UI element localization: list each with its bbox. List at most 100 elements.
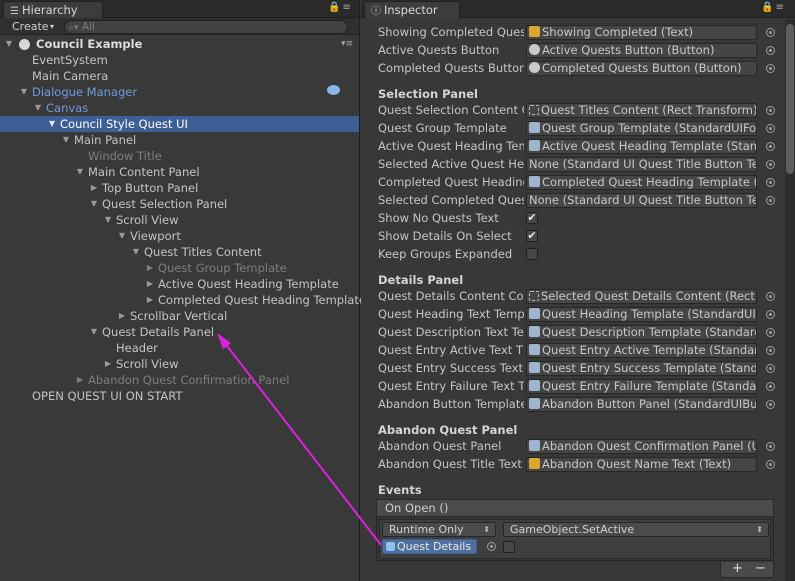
hierarchy-item[interactable]: ▼ Canvas: [0, 100, 359, 116]
hierarchy-item[interactable]: ▶ Abandon Quest Confirmation Panel: [0, 372, 359, 388]
create-dropdown[interactable]: Create ▾: [6, 19, 58, 34]
hierarchy-item[interactable]: ▶ Scroll View: [0, 356, 359, 372]
hierarchy-item-label: Quest Group Template: [158, 261, 287, 275]
object-field[interactable]: Quest Entry Failure Template (Standa: [526, 379, 757, 394]
collapsed-arrow-icon[interactable]: ▶: [145, 276, 155, 292]
object-field[interactable]: Showing Completed (Text): [526, 25, 757, 40]
expand-arrow-icon[interactable]: ▼: [131, 244, 141, 260]
function-dropdown[interactable]: GameObject.SetActive ⬍: [503, 522, 769, 537]
object-picker-icon[interactable]: [487, 542, 496, 551]
object-picker-icon[interactable]: [766, 400, 775, 409]
object-picker-icon[interactable]: [766, 46, 775, 55]
lock-and-menu-icons[interactable]: 🔒≡: [328, 2, 353, 13]
object-picker-icon[interactable]: [766, 328, 775, 337]
object-field[interactable]: Completed Quests Button (Button): [526, 61, 757, 76]
hierarchy-item-selected[interactable]: ▼ Council Style Quest UI: [0, 116, 359, 132]
expand-arrow-icon[interactable]: ▼: [61, 132, 71, 148]
add-listener-button[interactable]: +: [732, 562, 743, 576]
object-picker-icon[interactable]: [766, 382, 775, 391]
hierarchy-item[interactable]: ▶ Active Quest Heading Template: [0, 276, 359, 292]
collapsed-arrow-icon[interactable]: ▶: [117, 308, 127, 324]
object-field[interactable]: Completed Quest Heading Template (: [526, 175, 757, 190]
object-field[interactable]: Active Quests Button (Button): [526, 43, 757, 58]
hierarchy-item[interactable]: EventSystem: [0, 52, 359, 68]
object-field[interactable]: Quest Titles Content (Rect Transform): [526, 103, 757, 118]
expand-arrow-icon[interactable]: ▼: [33, 100, 43, 116]
object-picker-icon[interactable]: [766, 346, 775, 355]
keep-groups-expanded-checkbox[interactable]: [526, 248, 538, 260]
hierarchy-item[interactable]: ▶ Top Button Panel: [0, 180, 359, 196]
object-field[interactable]: Selected Quest Details Content (Rect: [526, 289, 757, 304]
collapsed-arrow-icon[interactable]: ▶: [89, 180, 99, 196]
hierarchy-tab[interactable]: ☰ Hierarchy: [3, 1, 103, 18]
hierarchy-item[interactable]: ▼ Quest Titles Content: [0, 244, 359, 260]
expand-arrow-icon[interactable]: ▼: [89, 324, 99, 340]
object-picker-icon[interactable]: [766, 124, 775, 133]
hierarchy-item[interactable]: Window Title: [0, 148, 359, 164]
object-picker-icon[interactable]: [766, 364, 775, 373]
set-active-checkbox[interactable]: [503, 541, 515, 553]
object-picker-icon[interactable]: [766, 460, 775, 469]
hierarchy-item[interactable]: ▼ Main Content Panel: [0, 164, 359, 180]
expand-arrow-icon[interactable]: ▼: [103, 212, 113, 228]
hierarchy-item-label: Header: [116, 341, 158, 355]
hierarchy-item[interactable]: ▼ Dialogue Manager: [0, 84, 359, 100]
object-field[interactable]: Quest Entry Active Template (Standar: [526, 343, 757, 358]
object-picker-icon[interactable]: [766, 142, 775, 151]
hierarchy-item[interactable]: ▶ Quest Group Template: [0, 260, 359, 276]
lock-and-menu-icons[interactable]: 🔒≡: [761, 2, 786, 13]
object-field[interactable]: None (Standard UI Quest Title Button Te: [526, 193, 757, 208]
hierarchy-item[interactable]: ▼ Viewport: [0, 228, 359, 244]
collapsed-arrow-icon[interactable]: ▶: [145, 292, 155, 308]
show-details-checkbox[interactable]: ✔: [526, 230, 538, 242]
hierarchy-item[interactable]: ▼ Scroll View: [0, 212, 359, 228]
remove-listener-button[interactable]: −: [755, 562, 766, 576]
object-picker-icon[interactable]: [766, 310, 775, 319]
collapsed-arrow-icon[interactable]: ▶: [145, 260, 155, 276]
object-field[interactable]: Quest Heading Template (StandardUIT: [526, 307, 757, 322]
expand-arrow-icon[interactable]: ▼: [75, 164, 85, 180]
runtime-dropdown[interactable]: Runtime Only ⬍: [382, 522, 496, 537]
collapsed-arrow-icon[interactable]: ▶: [103, 356, 113, 372]
inspector-tab[interactable]: ⓘ Inspector: [364, 1, 460, 18]
expand-arrow-icon[interactable]: ▼: [117, 228, 127, 244]
object-field[interactable]: Quest Description Template (Standard: [526, 325, 757, 340]
search-input[interactable]: ⌕▾ All: [64, 20, 348, 34]
expand-arrow-icon[interactable]: ▼: [19, 84, 29, 100]
menu-icon[interactable]: ▾≡: [341, 36, 353, 52]
event-target-object-field[interactable]: Quest Details: [382, 539, 477, 554]
object-picker-icon[interactable]: [766, 178, 775, 187]
collapsed-arrow-icon[interactable]: ▶: [75, 372, 85, 388]
show-no-quests-checkbox[interactable]: ✔: [526, 212, 538, 224]
hierarchy-item[interactable]: OPEN QUEST UI ON START: [0, 388, 359, 404]
object-picker-icon[interactable]: [766, 442, 775, 451]
object-picker-icon[interactable]: [766, 28, 775, 37]
hierarchy-item[interactable]: ▼ Quest Selection Panel: [0, 196, 359, 212]
hierarchy-item[interactable]: ▼ Main Panel: [0, 132, 359, 148]
object-picker-icon[interactable]: [766, 64, 775, 73]
object-field[interactable]: None (Standard UI Quest Title Button Te: [526, 157, 757, 172]
scene-row[interactable]: ▼ Council Example ▾≡: [0, 36, 359, 52]
object-field[interactable]: Quest Entry Success Template (Stand: [526, 361, 757, 376]
hierarchy-item[interactable]: ▼ Quest Details Panel: [0, 324, 359, 340]
hierarchy-item[interactable]: ▶ Completed Quest Heading Template: [0, 292, 366, 308]
object-field[interactable]: Abandon Button Panel (StandardUIBu: [526, 397, 757, 412]
inspector-scrollbar-thumb[interactable]: [786, 24, 794, 174]
hierarchy-item[interactable]: ▶ Scrollbar Vertical: [0, 308, 359, 324]
expand-arrow-icon[interactable]: ▼: [89, 196, 99, 212]
object-picker-icon[interactable]: [766, 292, 775, 301]
object-picker-icon[interactable]: [766, 196, 775, 205]
expand-arrow-icon[interactable]: ▼: [4, 36, 14, 52]
field-label: Quest Heading Text Temp: [378, 307, 524, 321]
object-field[interactable]: Quest Group Template (StandardUIFo: [526, 121, 757, 136]
object-picker-icon[interactable]: [766, 160, 775, 169]
object-picker-icon[interactable]: [766, 106, 775, 115]
toggle-label: Show Details On Select: [378, 229, 512, 243]
hierarchy-item[interactable]: Main Camera: [0, 68, 359, 84]
expand-arrow-icon[interactable]: ▼: [47, 116, 57, 132]
object-field[interactable]: Abandon Quest Confirmation Panel (U: [526, 439, 757, 454]
hierarchy-item[interactable]: Header: [0, 340, 359, 356]
object-field[interactable]: Abandon Quest Name Text (Text): [526, 457, 757, 472]
object-field[interactable]: Active Quest Heading Template (Stan: [526, 139, 757, 154]
hierarchy-item-label: Viewport: [130, 229, 181, 243]
